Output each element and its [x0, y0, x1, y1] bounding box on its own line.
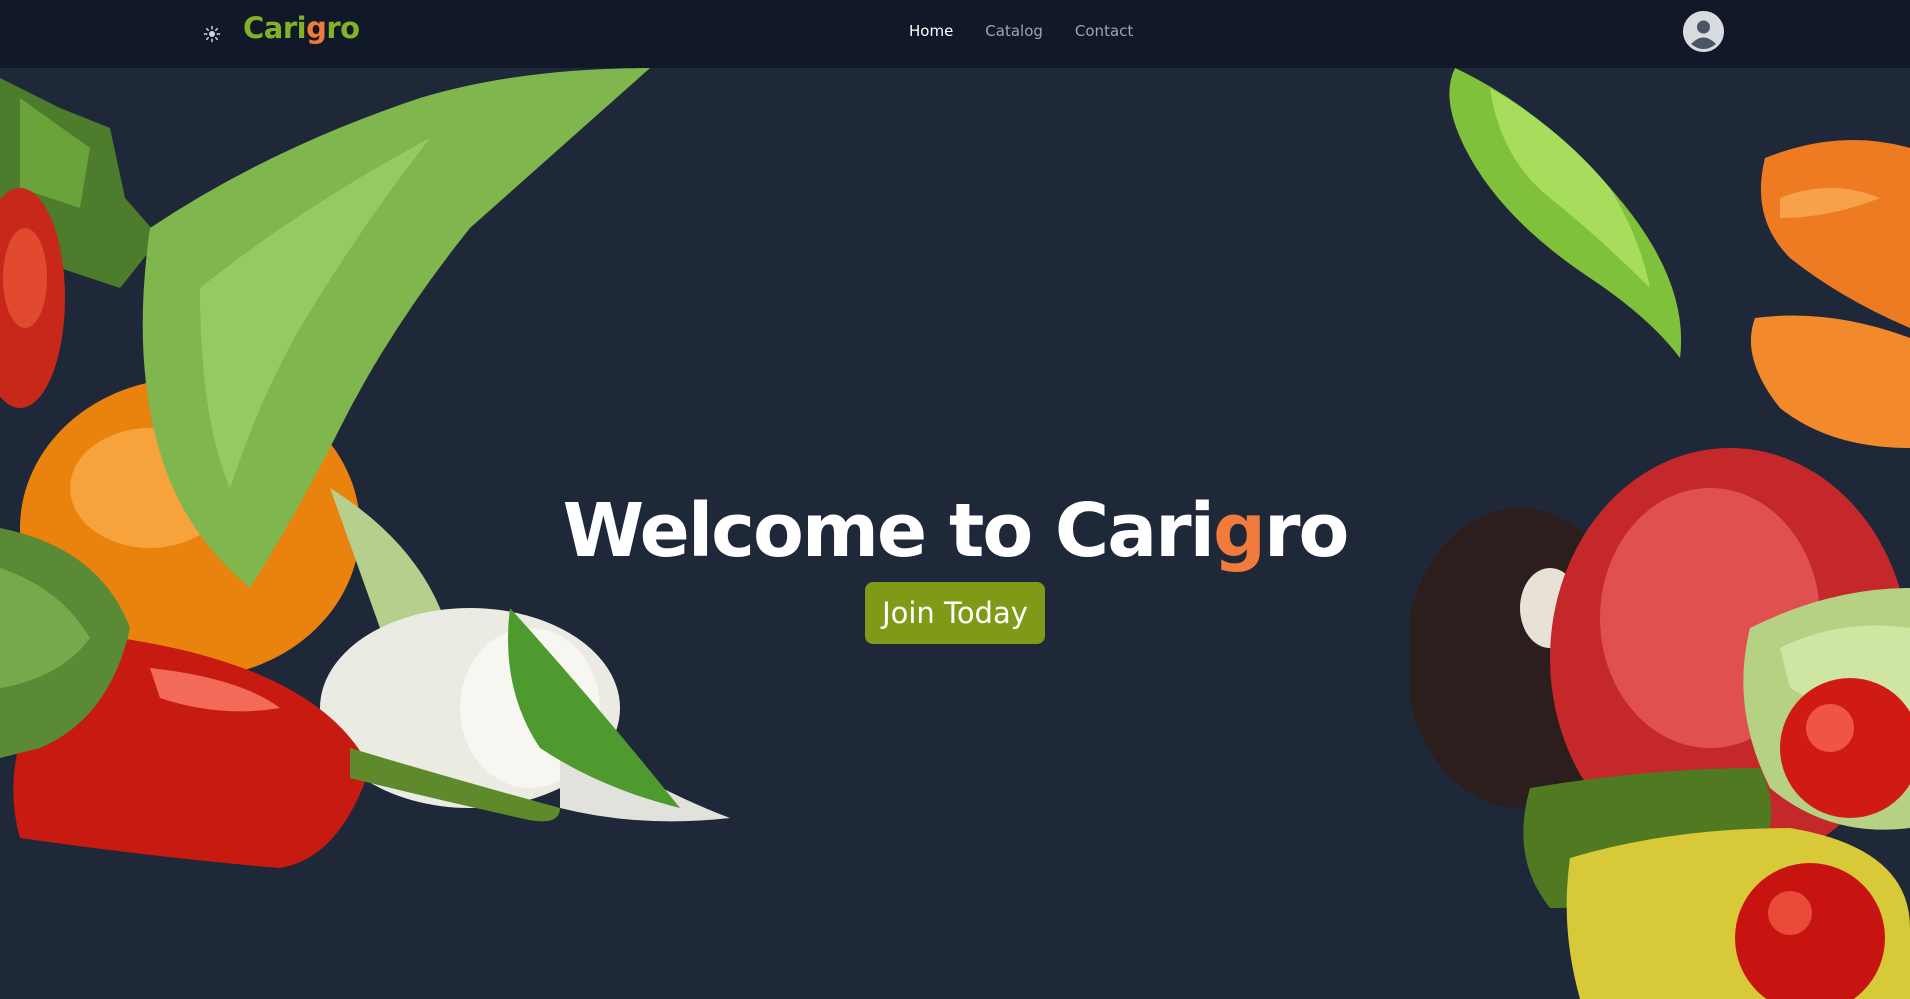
theme-toggle-button[interactable]	[200, 22, 224, 46]
sun-icon	[203, 25, 221, 43]
hero-title-prefix: Welcome to Cari	[562, 488, 1215, 574]
hero-content: Welcome to Carigro Join Today	[0, 488, 1910, 644]
brand-logo[interactable]: Carigro	[243, 11, 360, 45]
user-avatar-icon	[1683, 11, 1724, 52]
hero-title-suffix: ro	[1264, 488, 1349, 574]
main-nav: Home Catalog Contact	[909, 22, 1133, 40]
hero-section: Welcome to Carigro Join Today	[0, 68, 1910, 999]
hero-title-accent-letter: g	[1213, 488, 1266, 574]
top-navbar: Carigro Home Catalog Contact	[0, 0, 1910, 68]
logo-prefix: Cari	[243, 11, 307, 45]
logo-accent-letter: g	[306, 11, 327, 45]
hero-title: Welcome to Carigro	[0, 488, 1910, 574]
user-avatar-button[interactable]	[1683, 11, 1724, 52]
logo-suffix: ro	[326, 11, 360, 45]
nav-link-contact[interactable]: Contact	[1075, 22, 1133, 40]
nav-link-catalog[interactable]: Catalog	[985, 22, 1043, 40]
join-today-button[interactable]: Join Today	[865, 582, 1045, 644]
nav-link-home[interactable]: Home	[909, 22, 953, 40]
